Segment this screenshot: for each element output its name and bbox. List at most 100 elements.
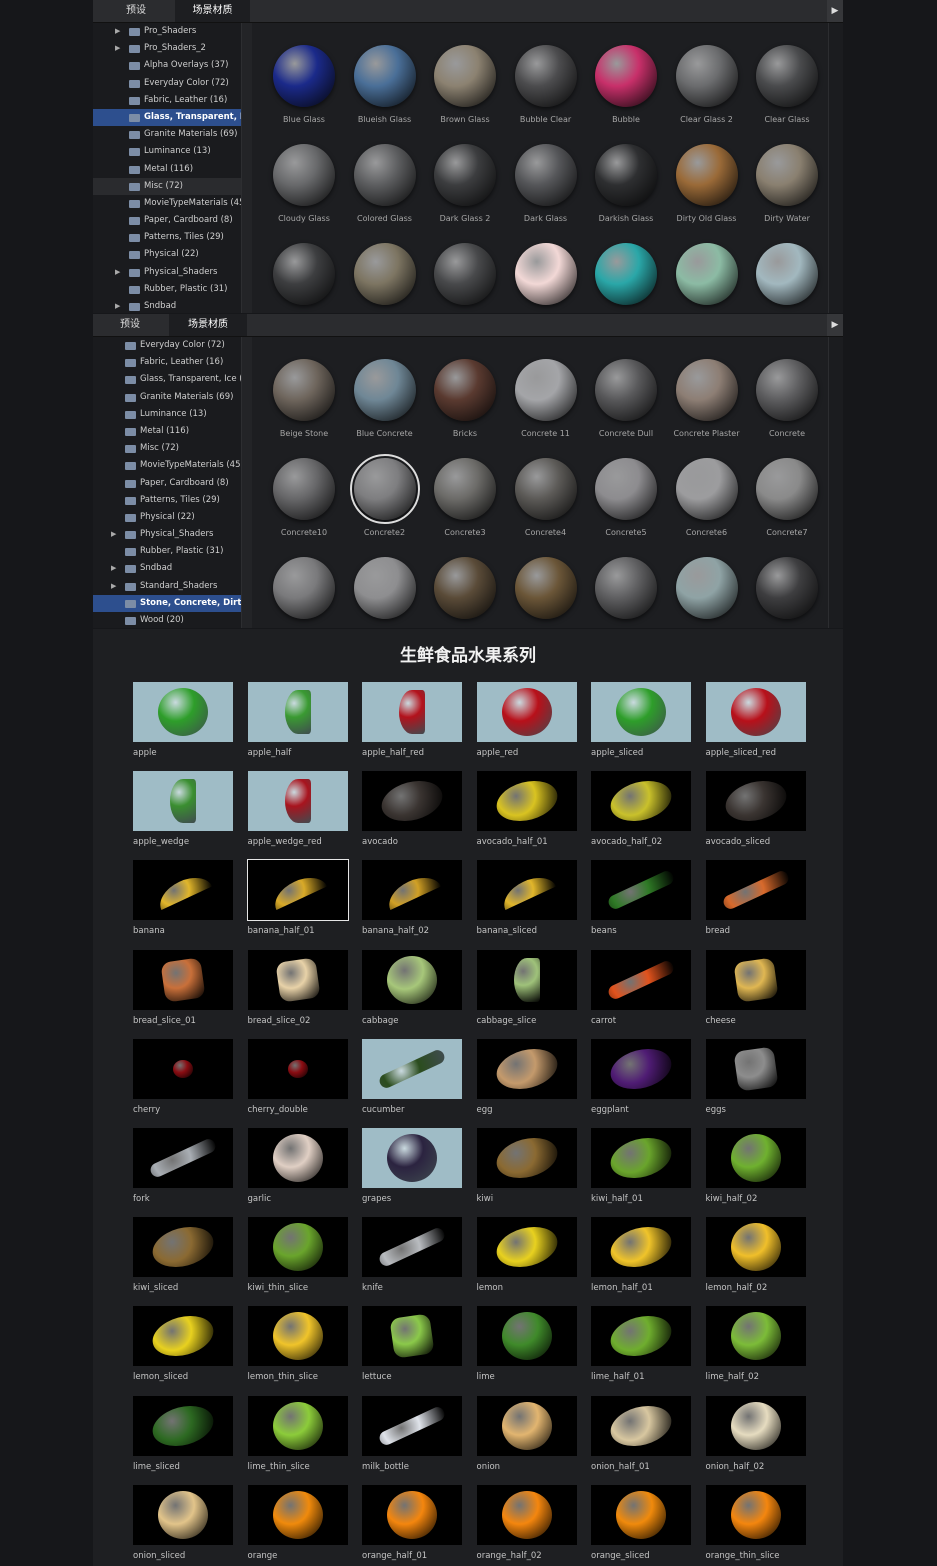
material-swatch[interactable]: Concrete3 [425,458,505,537]
model-tile[interactable]: apple_sliced [591,682,691,758]
material-swatch[interactable]: Beige Stone [264,359,344,438]
model-tile[interactable]: eggs [705,1038,806,1115]
tree-item[interactable]: Alpha Overlays (37) [93,57,241,74]
tree-item[interactable]: Fabric, Leather (16) [93,354,241,371]
model-tile[interactable]: apple_red [476,682,577,758]
material-swatch[interactable] [747,243,827,313]
material-swatch[interactable]: Concrete Plaster [667,359,747,438]
tree-item[interactable]: ▶ Sndbad [93,298,241,313]
material-swatch[interactable] [506,243,586,313]
model-tile[interactable]: lemon_half_02 [705,1217,806,1293]
expand-arrow-icon[interactable]: ▶ [115,40,120,57]
tree-item[interactable]: ▶ Standard_Shaders [93,578,241,595]
model-tile[interactable]: lime_sliced [133,1395,233,1472]
material-swatch[interactable]: Blue Concrete [345,359,425,438]
tab-scene-materials[interactable]: 场景材质 [175,0,250,22]
tab-scene-materials[interactable]: 场景材质 [169,314,247,336]
expand-arrow-icon[interactable]: ▶ [115,264,120,281]
model-tile[interactable]: orange_sliced [591,1484,691,1561]
tree-item[interactable]: Patterns, Tiles (29) [93,492,241,509]
material-swatch[interactable] [264,557,344,627]
material-swatch[interactable]: Concrete2 [345,454,425,537]
model-tile[interactable]: beans [591,860,691,936]
tree-item[interactable]: Metal (116) [93,161,241,178]
tree-item[interactable]: Glass, Transparent, Ice ( [93,371,241,388]
tree-item[interactable]: Rubber, Plastic (31) [93,281,241,298]
tree-item[interactable]: Granite Materials (69) [93,126,241,143]
tree-item[interactable]: Granite Materials (69) [93,389,241,406]
model-tile[interactable]: lemon_thin_slice [247,1306,348,1382]
material-swatch[interactable] [747,557,827,627]
tree-item[interactable]: Patterns, Tiles (29) [93,229,241,246]
model-tile[interactable]: kiwi_sliced [133,1217,233,1293]
tree-item[interactable]: Physical (22) [93,246,241,263]
expand-arrow-icon[interactable]: ▶ [115,298,120,313]
model-tile[interactable]: kiwi_thin_slice [247,1217,348,1293]
model-tile[interactable]: lettuce [362,1306,462,1382]
material-swatch[interactable] [345,243,425,313]
model-tile[interactable]: cheese [705,949,806,1026]
tree-item[interactable]: MovieTypeMaterials (456 [93,457,241,474]
material-swatch[interactable] [506,557,586,627]
grid-scrollbar[interactable] [828,23,843,313]
tree-item[interactable]: ▶ Physical_Shaders [93,526,241,543]
material-swatch[interactable]: Clear Glass [747,45,827,124]
material-swatch[interactable] [425,243,505,313]
model-tile[interactable]: bread [705,860,806,936]
material-swatch[interactable]: Brown Glass [425,45,505,124]
material-swatch[interactable] [667,243,747,313]
model-tile[interactable]: apple_sliced_red [705,682,806,758]
tree-item[interactable]: ▶ Sndbad [93,560,241,577]
material-swatch[interactable]: Dark Glass 2 [425,144,505,223]
material-swatch[interactable]: Blueish Glass [345,45,425,124]
tree-item[interactable]: Paper, Cardboard (8) [93,212,241,229]
material-swatch[interactable]: Concrete 11 [506,359,586,438]
model-tile[interactable]: cabbage [362,949,462,1026]
model-tile[interactable]: onion [476,1395,577,1472]
model-tile[interactable]: milk_bottle [362,1395,462,1472]
tab-presets[interactable]: 预设 [101,0,171,22]
model-tile[interactable]: eggplant [591,1038,691,1115]
model-tile[interactable]: apple_wedge_red [247,771,348,847]
material-swatch[interactable]: Colored Glass [345,144,425,223]
expand-arrow-icon[interactable]: ▶ [111,526,116,543]
model-tile[interactable]: avocado_half_01 [476,771,577,847]
material-swatch[interactable]: Clear Glass 2 [667,45,747,124]
model-tile[interactable]: lime_half_02 [705,1306,806,1382]
model-tile[interactable]: garlic [247,1128,348,1204]
model-tile[interactable]: carrot [591,949,691,1026]
material-swatch[interactable]: Dirty Water [747,144,827,223]
model-tile[interactable]: fork [133,1128,233,1204]
model-tile[interactable]: kiwi [476,1128,577,1204]
model-tile[interactable]: orange [247,1484,348,1561]
model-tile[interactable]: kiwi_half_01 [591,1128,691,1204]
material-swatch[interactable]: Concrete10 [264,458,344,537]
model-tile[interactable]: banana [133,860,233,936]
tree-item[interactable]: Misc (72) [93,440,241,457]
tree-item[interactable]: Wood (20) [93,612,241,628]
material-swatch[interactable]: Concrete [747,359,827,438]
model-tile[interactable]: avocado_half_02 [591,771,691,847]
material-swatch[interactable]: Concrete4 [506,458,586,537]
model-tile[interactable]: avocado_sliced [705,771,806,847]
model-tile[interactable]: cherry_double [247,1038,348,1115]
material-swatch[interactable]: Concrete5 [586,458,666,537]
model-tile[interactable]: bread_slice_01 [133,949,233,1026]
tree-item[interactable]: Luminance (13) [93,143,241,160]
model-tile[interactable]: orange_thin_slice [705,1484,806,1561]
tree-item[interactable]: Metal (116) [93,423,241,440]
grid-scrollbar[interactable] [828,337,843,628]
tab-presets[interactable]: 预设 [97,314,163,336]
model-tile[interactable]: onion_half_01 [591,1395,691,1472]
tree-item[interactable]: Fabric, Leather (16) [93,92,241,109]
material-swatch[interactable]: Blue Glass [264,45,344,124]
model-tile[interactable]: banana_sliced [476,860,577,936]
model-tile[interactable]: egg [476,1038,577,1115]
model-tile[interactable]: kiwi_half_02 [705,1128,806,1204]
model-tile[interactable]: apple_half [247,682,348,758]
tree-item[interactable]: Everyday Color (72) [93,337,241,354]
material-swatch[interactable]: Dark Glass [506,144,586,223]
model-tile[interactable]: orange_half_02 [476,1484,577,1561]
material-swatch[interactable] [667,557,747,627]
tree-item[interactable]: ▶ Physical_Shaders [93,264,241,281]
